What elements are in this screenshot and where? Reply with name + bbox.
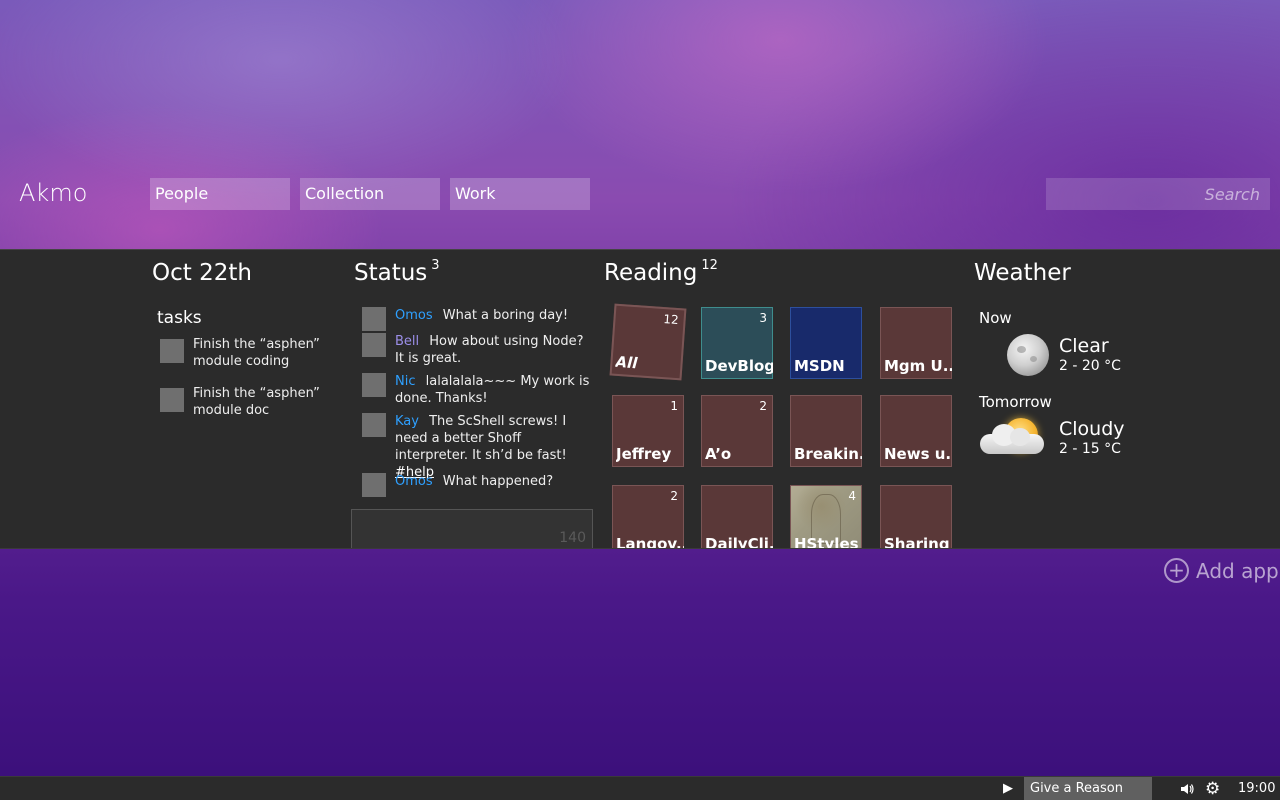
tile-label: Jeffrey <box>616 445 672 463</box>
tile-count: 3 <box>759 311 767 325</box>
tile-label: DailyCli... <box>705 535 773 549</box>
status-author-link[interactable]: Kay <box>395 414 419 429</box>
status-compose-input[interactable]: 140 <box>351 509 593 548</box>
reading-tile-hstyles[interactable]: 4 HStyles <box>790 485 862 549</box>
avatar[interactable] <box>362 413 386 437</box>
task-checkbox[interactable] <box>160 388 184 412</box>
tile-count: 4 <box>848 489 856 503</box>
weather-now-label: Now <box>979 309 1012 327</box>
tile-label: Sharing <box>884 535 950 549</box>
now-playing-track[interactable]: Give a Reason <box>1024 777 1152 800</box>
weather-tomorrow-condition: Cloudy <box>1059 418 1125 440</box>
tile-label: HStyles <box>794 535 859 549</box>
status-section-title: Status 3 <box>354 258 440 286</box>
weather-now-condition: Clear <box>1059 335 1109 357</box>
status-title-text: Status <box>354 260 428 286</box>
status-text: Omos What a boring day! <box>395 307 590 324</box>
tile-count: 12 <box>662 312 680 328</box>
tile-label: MSDN <box>794 357 845 375</box>
weather-section-title: Weather <box>974 260 1071 286</box>
char-counter: 140 <box>559 530 586 546</box>
play-icon[interactable]: ▶ <box>1003 781 1013 796</box>
search-input[interactable] <box>1046 178 1270 210</box>
tasks-subtitle: tasks <box>157 308 202 328</box>
tile-label: All <box>614 352 639 373</box>
status-author-link[interactable]: Omos <box>395 308 433 323</box>
partly-cloudy-icon <box>980 416 1050 460</box>
tile-label: A’o <box>705 445 732 463</box>
status-message: What happened? <box>442 474 554 489</box>
reading-tile-langov[interactable]: 2 Langov... <box>612 485 684 549</box>
status-message: How about using Node? It is great. <box>395 334 584 366</box>
moon-icon <box>1007 334 1049 376</box>
tile-label: Breakin... <box>794 445 862 463</box>
reading-tile-mgm[interactable]: Mgm U... <box>880 307 952 379</box>
status-text: Bell How about using Node? It is great. <box>395 333 590 367</box>
avatar[interactable] <box>362 307 386 331</box>
tasks-section-title: Oct 22th <box>152 260 252 286</box>
weather-tomorrow-label: Tomorrow <box>979 393 1052 411</box>
status-text: Kay The ScShell screws! I need a better … <box>395 413 590 481</box>
gear-icon[interactable]: ⚙ <box>1205 779 1220 799</box>
tile-count: 2 <box>759 399 767 413</box>
weather-now-temp: 2 - 20 °C <box>1059 358 1121 374</box>
tile-label: Langov... <box>616 535 684 549</box>
tile-label: News u... <box>884 445 952 463</box>
reading-tile-sharing[interactable]: Sharing <box>880 485 952 549</box>
status-message: The ScShell screws! I need a better Shof… <box>395 414 567 463</box>
status-message: lalalalala~~~ My work is done. Thanks! <box>395 374 590 406</box>
avatar[interactable] <box>362 333 386 357</box>
status-message: What a boring day! <box>442 308 569 323</box>
task-checkbox[interactable] <box>160 339 184 363</box>
reading-tile-dailycli[interactable]: DailyCli... <box>701 485 773 549</box>
nav-tab-work[interactable]: Work <box>450 178 590 210</box>
nav-tab-collection[interactable]: Collection <box>300 178 440 210</box>
clock: 19:00 <box>1238 781 1276 796</box>
taskbar: ▶ Give a Reason ⚙ 19:00 <box>0 776 1280 800</box>
reading-tile-jeffrey[interactable]: 1 Jeffrey <box>612 395 684 467</box>
tile-count: 2 <box>670 489 678 503</box>
reading-title-text: Reading <box>604 260 698 286</box>
nav-tab-people[interactable]: People <box>150 178 290 210</box>
status-author-link[interactable]: Nic <box>395 374 415 389</box>
status-text: Omos What happened? <box>395 473 590 490</box>
reading-tile-breaking[interactable]: Breakin... <box>790 395 862 467</box>
app-logo: Akmo <box>19 179 88 207</box>
status-author-link[interactable]: Bell <box>395 334 419 349</box>
tile-count: 1 <box>670 399 678 413</box>
app-panel: Oct 22th tasks Finish the “asphen” modul… <box>0 249 1280 549</box>
speaker-icon[interactable] <box>1180 782 1194 796</box>
tile-label: Mgm U... <box>884 357 952 375</box>
reading-tile-msdn[interactable]: MSDN <box>790 307 862 379</box>
status-count-badge: 3 <box>431 258 440 273</box>
status-author-link[interactable]: Omos <box>395 474 433 489</box>
reading-count-badge: 12 <box>701 258 718 273</box>
status-text: Nic lalalalala~~~ My work is done. Thank… <box>395 373 590 407</box>
reading-tile-devblog[interactable]: 3 DevBlog <box>701 307 773 379</box>
reading-section-title: Reading 12 <box>604 258 718 286</box>
reading-tile-ao[interactable]: 2 A’o <box>701 395 773 467</box>
reading-tile-news[interactable]: News u... <box>880 395 952 467</box>
plus-circle-icon: + <box>1164 558 1189 583</box>
avatar[interactable] <box>362 373 386 397</box>
avatar[interactable] <box>362 473 386 497</box>
task-text: Finish the “asphen” module coding <box>193 337 320 369</box>
add-app-label: Add app <box>1196 559 1279 583</box>
tile-label: DevBlog <box>705 357 773 375</box>
task-text: Finish the “asphen” module doc <box>193 386 320 418</box>
reading-tile-all[interactable]: 12 All <box>609 303 687 381</box>
weather-tomorrow-temp: 2 - 15 °C <box>1059 441 1121 457</box>
